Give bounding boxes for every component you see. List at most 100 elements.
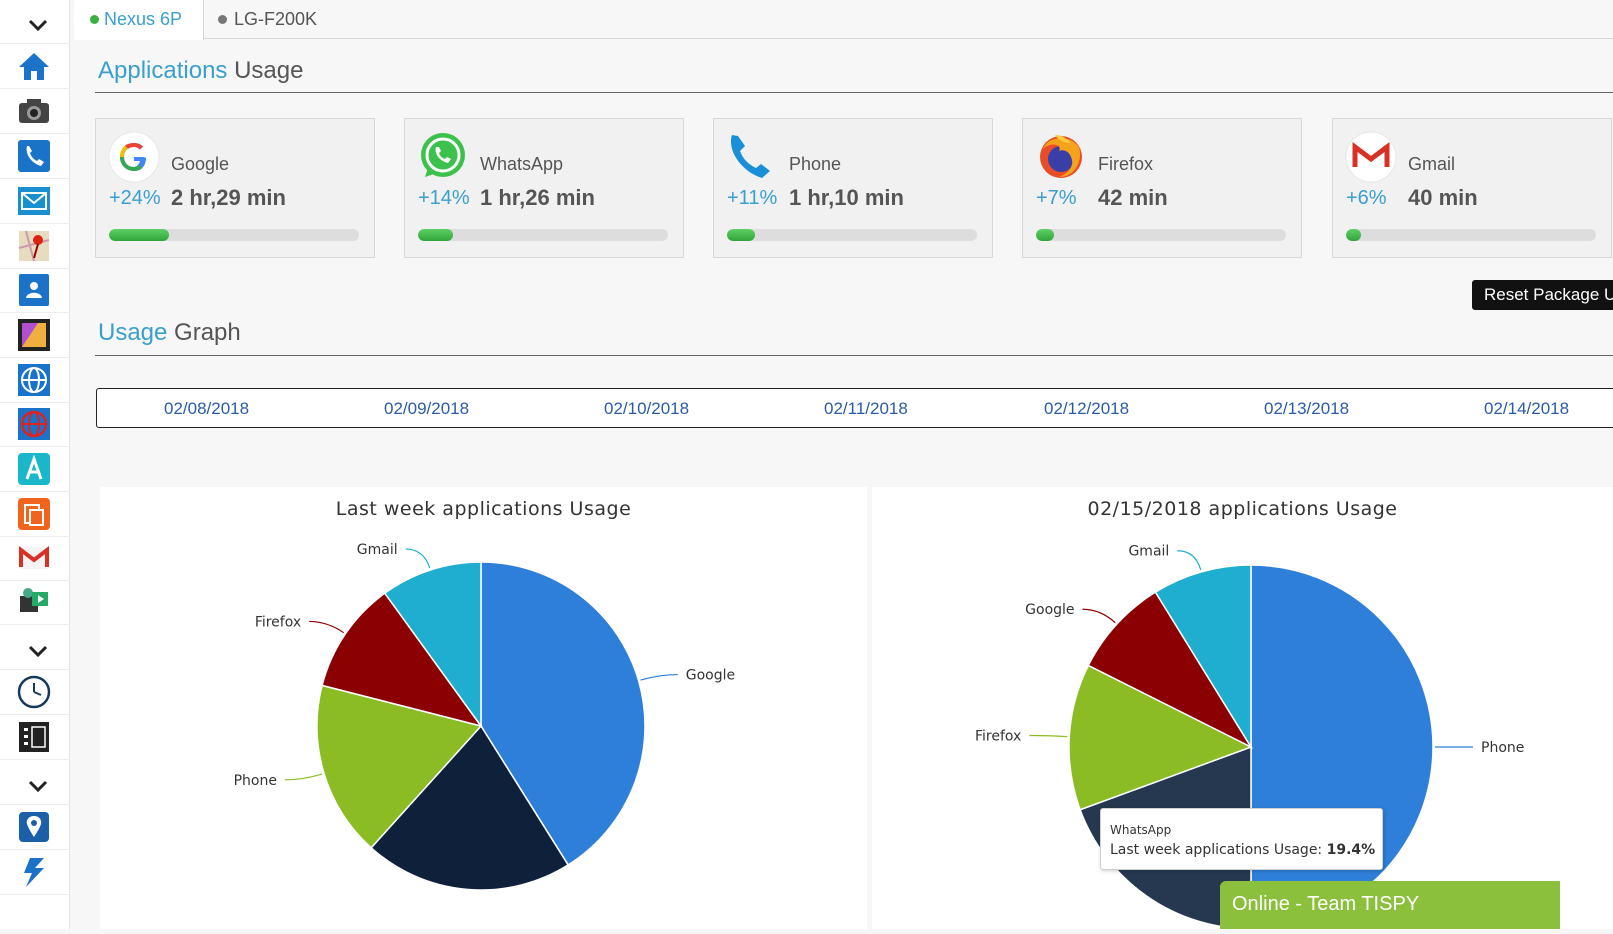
app-name: WhatsApp bbox=[480, 154, 564, 174]
reset-package-button[interactable]: Reset Package U bbox=[1472, 280, 1613, 310]
sidebar bbox=[0, 0, 70, 929]
date-option[interactable]: 02/13/2018 bbox=[1264, 399, 1349, 419]
offline-status-icon bbox=[218, 15, 227, 24]
pie-label-firefox: Firefox bbox=[975, 728, 1021, 744]
pie-slice-phone[interactable] bbox=[1250, 564, 1434, 930]
sidebar-item-browser[interactable] bbox=[0, 359, 70, 403]
last-week-pie-chart: Google Phone Firefox Gmail bbox=[234, 542, 735, 891]
phone-icon bbox=[726, 131, 778, 183]
pie-label-connector bbox=[284, 773, 323, 781]
pie-label-google: Google bbox=[1025, 602, 1074, 618]
usage-change-percent: +14% bbox=[418, 187, 470, 209]
firefox-icon bbox=[1035, 131, 1087, 183]
gallery-icon bbox=[16, 317, 54, 355]
tab-label: Nexus 6P bbox=[104, 9, 183, 29]
online-status-icon bbox=[90, 15, 99, 24]
usage-duration: 42 min bbox=[1098, 185, 1168, 210]
sidebar-item-gmail[interactable] bbox=[0, 537, 70, 581]
device-tabs: Nexus 6P LG-F200K bbox=[74, 0, 1613, 40]
chevron-down-icon bbox=[20, 7, 50, 37]
usage-graph-heading: Usage Graph bbox=[98, 319, 241, 347]
sidebar-item-calls[interactable] bbox=[0, 135, 70, 179]
app-name: Phone bbox=[789, 154, 842, 174]
usage-progress-bar bbox=[109, 229, 359, 241]
pie-label-connector bbox=[1082, 608, 1116, 624]
app-card-gmail: Gmail +6% 40 min bbox=[1332, 118, 1612, 258]
usage-change-percent: +24% bbox=[109, 187, 161, 209]
sim-icon bbox=[16, 719, 54, 757]
pie-label-connector bbox=[1177, 550, 1202, 571]
section-divider bbox=[95, 92, 1613, 93]
sidebar-item-websites[interactable] bbox=[0, 403, 70, 447]
tab-nexus-6p[interactable]: Nexus 6P bbox=[74, 0, 204, 40]
app-card-google: Google +24% 2 hr,29 min bbox=[95, 118, 375, 258]
app-name: Firefox bbox=[1098, 154, 1154, 174]
chevron-down-icon bbox=[20, 768, 50, 798]
app-name: Google bbox=[171, 154, 230, 174]
pie-label-connector bbox=[1029, 734, 1068, 738]
usage-progress-fill bbox=[1036, 229, 1054, 241]
sidebar-item-media[interactable] bbox=[0, 581, 70, 625]
date-option[interactable]: 02/10/2018 bbox=[604, 399, 689, 419]
sidebar-item-notes[interactable] bbox=[0, 493, 70, 537]
live-chat-button[interactable]: Online - Team TISPY bbox=[1220, 881, 1560, 929]
sidebar-item-photos[interactable] bbox=[0, 314, 70, 358]
sidebar-item-actions[interactable] bbox=[0, 851, 70, 895]
usage-change-percent: +6% bbox=[1346, 187, 1387, 209]
app-card-firefox: Firefox +7% 42 min bbox=[1022, 118, 1302, 258]
app-name: Gmail bbox=[1408, 154, 1456, 174]
main-content: Nexus 6P LG-F200K Applications Usage Goo… bbox=[74, 0, 1613, 930]
sidebar-item-locations[interactable] bbox=[0, 225, 70, 269]
sidebar-expand-more-2[interactable] bbox=[0, 761, 70, 805]
section-divider bbox=[95, 355, 1613, 356]
usage-progress-bar bbox=[1346, 229, 1596, 241]
sidebar-item-home[interactable] bbox=[0, 45, 70, 89]
usage-progress-bar bbox=[418, 229, 668, 241]
sidebar-toggle[interactable] bbox=[0, 0, 70, 44]
usage-progress-bar bbox=[1036, 229, 1286, 241]
sidebar-item-camera[interactable] bbox=[0, 90, 70, 134]
home-icon bbox=[16, 48, 54, 86]
gmail-icon bbox=[16, 540, 54, 578]
chart-title: Last week applications Usage bbox=[335, 498, 632, 520]
date-selector: 02/08/2018 02/09/2018 02/10/2018 02/11/2018… bbox=[96, 388, 1613, 428]
sidebar-item-messages[interactable] bbox=[0, 180, 70, 224]
pie-label-google: Google bbox=[686, 668, 735, 684]
mail-icon bbox=[16, 183, 54, 221]
sidebar-item-schedule[interactable] bbox=[0, 671, 70, 715]
date-option[interactable]: 02/14/2018 bbox=[1484, 399, 1569, 419]
usage-progress-fill bbox=[109, 229, 169, 241]
date-option[interactable]: 02/09/2018 bbox=[384, 399, 469, 419]
pie-label-connector bbox=[640, 673, 678, 681]
sidebar-expand-more[interactable] bbox=[0, 626, 70, 670]
pie-label-gmail: Gmail bbox=[357, 542, 398, 558]
whatsapp-icon bbox=[417, 131, 469, 183]
usage-duration: 2 hr,29 min bbox=[171, 185, 286, 210]
chevron-down-icon bbox=[20, 633, 50, 663]
usage-progress-fill bbox=[1346, 229, 1361, 241]
date-option[interactable]: 02/11/2018 bbox=[824, 399, 908, 419]
sidebar-item-contacts[interactable] bbox=[0, 269, 70, 313]
contact-icon bbox=[16, 272, 54, 310]
map-pin-icon bbox=[16, 228, 54, 266]
sidebar-item-applications[interactable] bbox=[0, 448, 70, 492]
location-icon bbox=[16, 809, 54, 847]
heading-accent: Usage bbox=[98, 319, 168, 346]
tooltip-value-line: Last week applications Usage: 19.4% bbox=[1110, 842, 1375, 858]
date-option[interactable]: 02/12/2018 bbox=[1044, 399, 1129, 419]
date-option[interactable]: 02/08/2018 bbox=[164, 399, 249, 419]
usage-duration: 40 min bbox=[1408, 185, 1478, 210]
globe-red-icon bbox=[16, 406, 54, 444]
chart-title: 02/15/2018 applications Usage bbox=[1087, 498, 1398, 520]
usage-duration: 1 hr,10 min bbox=[789, 185, 904, 210]
camera-icon bbox=[16, 93, 54, 131]
gmail-icon bbox=[1345, 131, 1397, 183]
applications-usage-heading: Applications Usage bbox=[98, 57, 303, 85]
notes-icon bbox=[16, 496, 54, 534]
usage-progress-fill bbox=[418, 229, 453, 241]
sidebar-item-sim[interactable] bbox=[0, 716, 70, 760]
tab-lg-f200k[interactable]: LG-F200K bbox=[204, 0, 334, 39]
tab-label: LG-F200K bbox=[234, 9, 318, 29]
globe-icon bbox=[16, 362, 54, 400]
sidebar-item-geofence[interactable] bbox=[0, 806, 70, 850]
